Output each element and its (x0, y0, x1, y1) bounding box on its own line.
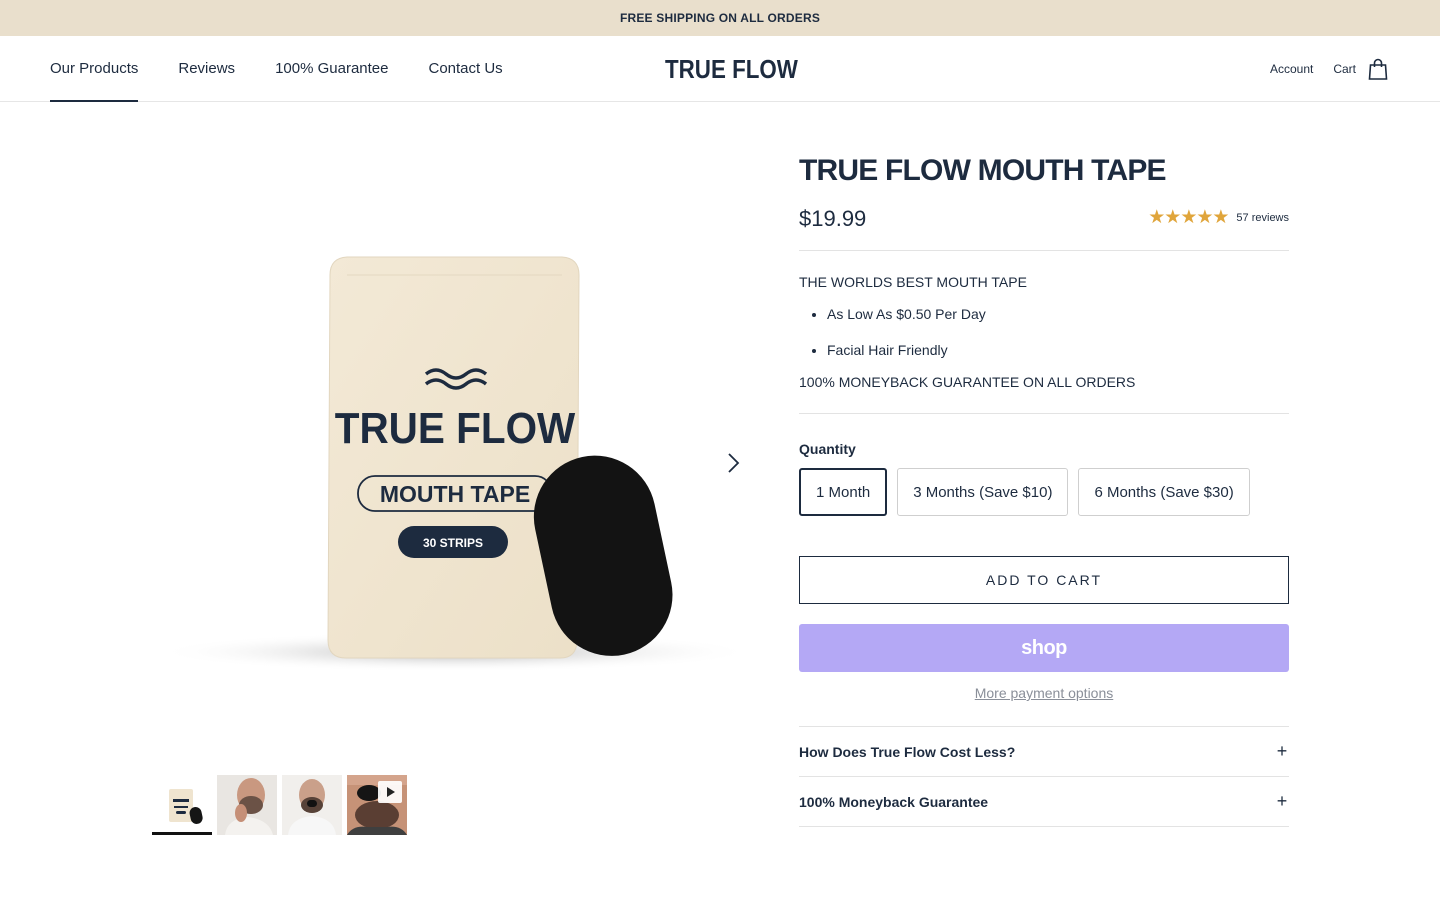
cart-link[interactable]: Cart (1333, 58, 1388, 80)
chevron-right-icon[interactable] (720, 450, 746, 476)
bullet-item: As Low As $0.50 Per Day (827, 305, 1289, 323)
accordion-title: 100% Moneyback Guarantee (799, 793, 989, 810)
product-info: TRUE FLOW MOUTH TAPE $19.99 ★★★★★ 57 rev… (799, 150, 1289, 827)
nav-guarantee[interactable]: 100% Guarantee (275, 36, 388, 101)
plus-icon: + (1276, 791, 1288, 811)
nav-contact-us[interactable]: Contact Us (428, 36, 502, 101)
divider (799, 413, 1289, 414)
price-row: $19.99 ★★★★★ 57 reviews (799, 200, 1289, 250)
product-description: THE WORLDS BEST MOUTH TAPE As Low As $0.… (799, 251, 1289, 413)
accordion-moneyback-guarantee[interactable]: 100% Moneyback Guarantee + (799, 777, 1289, 827)
description-guarantee: 100% MONEYBACK GUARANTEE ON ALL ORDERS (799, 374, 1136, 390)
package-count-text: 30 STRIPS (423, 536, 483, 550)
quantity-label: Quantity (799, 441, 856, 457)
announcement-bar: FREE SHIPPING ON ALL ORDERS (0, 0, 1440, 36)
description-headline: THE WORLDS BEST MOUTH TAPE (799, 274, 1027, 290)
nav-reviews[interactable]: Reviews (178, 36, 235, 101)
description-bullets: As Low As $0.50 Per Day Facial Hair Frie… (827, 305, 1289, 359)
quantity-option-1-month[interactable]: 1 Month (799, 468, 888, 516)
accordion-title: How Does True Flow Cost Less? (799, 743, 1016, 760)
accordion-cost-less[interactable]: How Does True Flow Cost Less? + (799, 727, 1289, 777)
site-header: Our Products Reviews 100% Guarantee Cont… (0, 36, 1440, 102)
thumbnail-package[interactable] (152, 775, 212, 835)
shopping-bag-icon (1368, 58, 1388, 80)
thumbnail-man-wearing-tape[interactable] (282, 775, 342, 835)
product-image: TRUE FLOW MOUTH TAPE 30 STRIPS (152, 150, 758, 750)
star-rating-icon: ★★★★★ (1148, 207, 1229, 228)
product-title: TRUE FLOW MOUTH TAPE (799, 154, 1167, 187)
package-product-text: MOUTH TAPE (380, 481, 530, 507)
more-payment-options-link[interactable]: More payment options (799, 685, 1289, 701)
header-actions: Account Cart (1270, 36, 1388, 101)
thumbnail-video[interactable] (347, 775, 407, 835)
shop-pay-button[interactable]: shop (799, 624, 1289, 672)
quantity-option-6-months[interactable]: 6 Months (Save $30) (1078, 468, 1250, 516)
bullet-item: Facial Hair Friendly (827, 341, 1289, 359)
site-logo[interactable]: TRUE FLOW (665, 54, 798, 85)
product-package-illustration: TRUE FLOW MOUTH TAPE 30 STRIPS (155, 256, 755, 672)
plus-icon: + (1276, 741, 1288, 761)
account-link[interactable]: Account (1270, 62, 1313, 76)
quantity-option-3-months[interactable]: 3 Months (Save $10) (897, 468, 1069, 516)
cart-label: Cart (1333, 61, 1356, 76)
product-price: $19.99 (799, 206, 867, 231)
main-nav: Our Products Reviews 100% Guarantee Cont… (50, 36, 543, 102)
rating-link[interactable]: ★★★★★ 57 reviews (1148, 206, 1289, 229)
announcement-text: FREE SHIPPING ON ALL ORDERS (619, 11, 821, 25)
nav-our-products[interactable]: Our Products (50, 36, 139, 102)
package-brand-text: TRUE FLOW (335, 403, 576, 452)
product-accordion: How Does True Flow Cost Less? + 100% Mon… (799, 726, 1289, 827)
review-count: 57 reviews (1236, 211, 1289, 224)
quantity-options: 1 Month 3 Months (Save $10) 6 Months (Sa… (799, 468, 1289, 516)
thumbnail-man-touching-lips[interactable] (217, 775, 277, 835)
add-to-cart-button[interactable]: ADD TO CART (799, 556, 1289, 604)
play-icon (378, 781, 402, 803)
thumbnail-strip (152, 775, 407, 835)
